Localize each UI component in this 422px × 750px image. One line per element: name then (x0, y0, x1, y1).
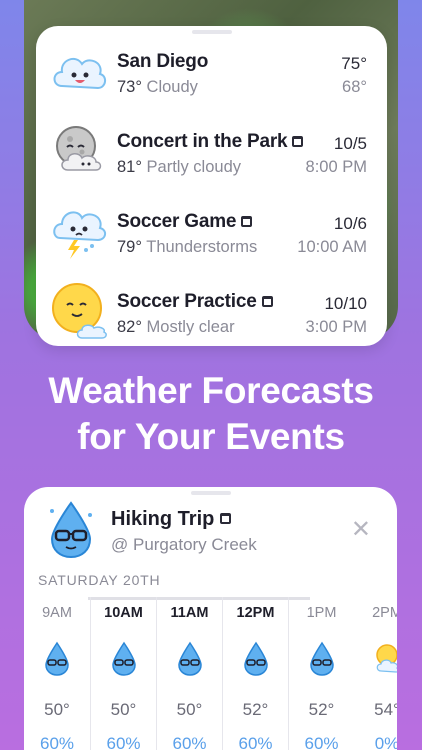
cloud-face-icon (53, 57, 106, 90)
sun-cloud-icon (376, 644, 397, 673)
drag-handle[interactable] (190, 491, 231, 495)
hour-time: 10AM (104, 605, 143, 621)
item-temp: 82° (117, 318, 142, 336)
sun-cloud-face-icon (52, 283, 107, 339)
event-time: 8:00 PM (305, 158, 367, 176)
item-title: San Diego (117, 51, 209, 72)
raindrop-glasses-icon (309, 641, 334, 676)
hour-column: 10AM 50° 60% (90, 597, 156, 750)
raindrop-glasses-icon (45, 641, 69, 676)
hour-temp: 52° (308, 700, 335, 719)
hour-temp: 50° (110, 700, 137, 719)
hour-precip: 60% (39, 734, 75, 750)
event-time: 3:00 PM (305, 318, 367, 336)
list-item-location[interactable]: San Diego 73° Cloudy 75° 68° (36, 36, 387, 116)
hour-temp: 54° (374, 700, 397, 719)
list-item-event[interactable]: Soccer Practice 82° Mostly clear 10/10 3… (36, 276, 387, 346)
event-location: @ Purgatory Creek (111, 535, 257, 554)
list-item-event[interactable]: Concert in the Park 81° Partly cloudy 10… (36, 116, 387, 196)
hour-column: 9AM 50° 60% (24, 597, 90, 750)
high-temp: 75° (341, 54, 367, 73)
thunder-cloud-face-icon (53, 211, 106, 259)
event-time: 10:00 AM (297, 238, 367, 256)
event-date: 10/10 (324, 294, 367, 313)
low-temp: 68° (342, 78, 367, 96)
calendar-icon (220, 513, 232, 524)
hour-column: 12PM 52° 60% (222, 597, 288, 750)
calendar-icon (292, 135, 304, 147)
hour-temp: 50° (44, 700, 70, 719)
hour-column: 1PM 52° 60% (288, 597, 354, 750)
event-title: Hiking Trip (111, 508, 215, 530)
hour-precip: 60% (238, 734, 273, 750)
item-condition: Partly cloudy (146, 158, 242, 176)
item-condition: Mostly clear (146, 318, 235, 336)
event-date: 10/6 (333, 214, 367, 233)
headline-line-2: for Your Events (77, 416, 345, 457)
forecast-list-card: San Diego 73° Cloudy 75° 68° Concert in … (36, 26, 387, 346)
close-icon[interactable]: ✕ (351, 515, 371, 544)
item-title: Soccer Game (117, 211, 237, 232)
raindrop-glasses-icon (243, 641, 268, 676)
calendar-icon (241, 215, 253, 227)
hourly-forecast[interactable]: 9AM 50° 60% 10AM 50° 60% 11AM 50° 60% 12… (24, 597, 397, 750)
list-item-event[interactable]: Soccer Game 79° Thunderstorms 10/6 10:00… (36, 196, 387, 276)
item-temp: 73° (117, 78, 142, 96)
hour-precip: 60% (304, 734, 339, 750)
hour-time: 9AM (42, 605, 72, 621)
event-detail-card: Hiking Trip @ Purgatory Creek ✕ SATURDAY… (24, 487, 397, 750)
hour-temp: 50° (176, 700, 203, 719)
promo-headline: Weather Forecasts for Your Events (0, 368, 422, 460)
raindrop-glasses-icon (50, 501, 92, 559)
item-title: Concert in the Park (117, 131, 288, 152)
hour-temp: 52° (242, 700, 269, 719)
hour-column: 2PM 54° 0% (354, 597, 397, 750)
hour-column: 11AM 50° 60% (156, 597, 222, 750)
calendar-icon (261, 295, 273, 307)
item-condition: Thunderstorms (146, 238, 258, 256)
event-date: 10/5 (333, 134, 367, 153)
moon-cloud-face-icon (56, 126, 102, 171)
item-temp: 79° (117, 238, 142, 256)
drag-handle[interactable] (191, 30, 232, 34)
item-title: Soccer Practice (117, 291, 257, 312)
raindrop-glasses-icon (111, 641, 136, 676)
hour-time: 11AM (170, 605, 209, 621)
day-label: SATURDAY 20TH (38, 572, 161, 588)
item-temp: 81° (117, 158, 142, 176)
hour-precip: 60% (172, 734, 207, 750)
raindrop-glasses-icon (177, 641, 202, 676)
hour-time: 2PM (372, 605, 397, 621)
hour-time: 1PM (306, 605, 337, 621)
hour-precip: 60% (106, 734, 141, 750)
headline-line-1: Weather Forecasts (48, 370, 374, 411)
hour-precip: 0% (374, 734, 397, 750)
hour-time: 12PM (236, 605, 275, 621)
item-condition: Cloudy (146, 78, 198, 96)
